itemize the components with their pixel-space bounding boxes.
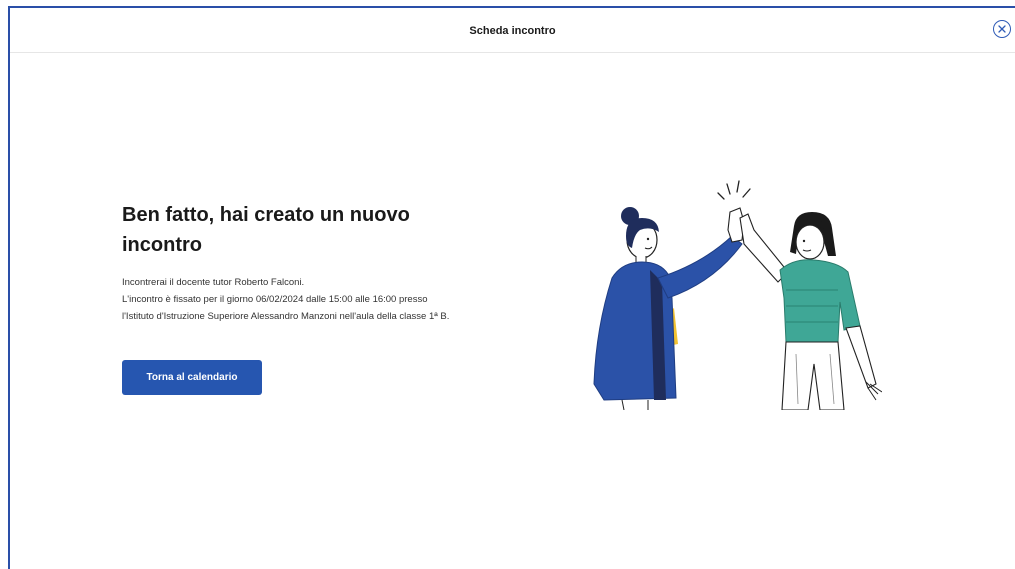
close-button[interactable] [993, 20, 1011, 38]
heading-line-2: incontro [122, 234, 202, 256]
back-to-calendar-button[interactable]: Torna al calendario [122, 360, 262, 395]
modal-window: Scheda incontro Ben fatto, hai creato un… [8, 6, 1015, 569]
high-five-illustration [582, 178, 883, 411]
heading-line-1: Ben fatto, hai creato un nuovo [122, 204, 410, 226]
spark-lines [717, 180, 751, 200]
modal-header: Scheda incontro [10, 8, 1015, 53]
confirmation-content: Ben fatto, hai creato un nuovo incontro … [122, 200, 542, 395]
modal-title: Scheda incontro [469, 25, 556, 37]
right-person [739, 212, 883, 411]
left-person [593, 207, 745, 411]
description-line-2: L'incontro è fissato per il giorno 06/02… [122, 294, 428, 305]
description-line-3: l'Istituto d'Istruzione Superiore Alessa… [122, 311, 450, 322]
close-icon [998, 25, 1006, 33]
confirmation-heading: Ben fatto, hai creato un nuovo incontro [122, 200, 542, 260]
confirmation-description: Incontrerai il docente tutor Roberto Fal… [122, 274, 542, 325]
description-line-1: Incontrerai il docente tutor Roberto Fal… [122, 277, 305, 288]
high-five-illustration-svg [593, 180, 883, 411]
